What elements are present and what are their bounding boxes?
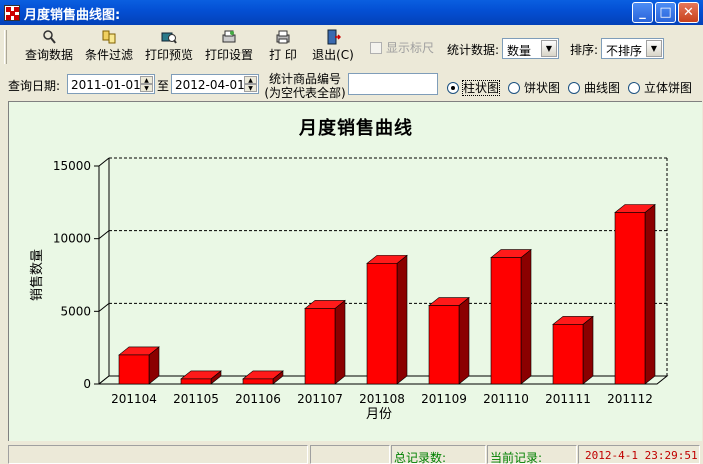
x-tick-label: 201111 — [545, 392, 591, 406]
chevron-down-icon[interactable]: ▼ — [646, 40, 662, 57]
status-datetime: 2012-4-1 23:29:51 — [585, 449, 698, 462]
status-cell-current: 当前记录: — [487, 445, 577, 464]
toolbar-grip — [4, 30, 7, 64]
bar — [366, 263, 398, 385]
spin-up-icon[interactable]: ▲ — [244, 76, 257, 84]
y-tick-label: 10000 — [53, 232, 91, 246]
stat-data-select[interactable]: 数量 ▼ — [502, 38, 559, 59]
spin-up-icon[interactable]: ▲ — [140, 76, 153, 84]
query-data-button[interactable]: 查询数据 — [22, 29, 76, 67]
total-records-label: 总记录数: — [394, 451, 447, 464]
y-tick-label: 5000 — [60, 304, 91, 318]
radio-line-chart[interactable]: 曲线图 — [568, 79, 620, 96]
status-cell-blank — [8, 445, 308, 464]
date-spinner[interactable]: ▲ ▼ — [140, 76, 153, 92]
y-tick-label: 0 — [83, 377, 91, 391]
query-date-label: 查询日期: — [8, 79, 61, 93]
status-cell-total: 总记录数: — [391, 445, 486, 464]
y-tick-label: 15000 — [53, 159, 91, 173]
status-cell-datetime: 2012-4-1 23:29:51 — [578, 445, 700, 464]
start-date-picker[interactable]: 2011-01-01 ▲ ▼ — [67, 74, 155, 94]
x-tick-label: 201107 — [297, 392, 343, 406]
chevron-down-icon[interactable]: ▼ — [541, 40, 557, 57]
exit-button[interactable]: 退出(C) — [310, 29, 356, 67]
bar-side — [334, 299, 346, 385]
exit-door-icon — [325, 29, 342, 45]
product-code-input[interactable] — [348, 73, 438, 95]
stat-data-label: 统计数据: — [447, 43, 500, 57]
filter-button[interactable]: 条件过滤 — [82, 29, 136, 67]
date-spinner[interactable]: ▲ ▼ — [244, 76, 257, 92]
maximize-button[interactable]: □ — [655, 2, 676, 23]
bar-side — [644, 203, 656, 385]
bar — [242, 378, 274, 385]
x-tick-label: 201104 — [111, 392, 157, 406]
sort-label: 排序: — [570, 43, 599, 57]
filter-icon — [101, 29, 117, 45]
status-bar: 总记录数: 当前记录: 2012-4-1 23:29:51 — [0, 443, 703, 464]
print-button[interactable]: 打 印 — [262, 29, 304, 67]
minimize-button[interactable]: _ — [632, 2, 653, 23]
product-code-label: 统计商品编号 (为空代表全部) — [264, 72, 346, 100]
app-icon — [4, 5, 20, 21]
radio-dot — [628, 82, 640, 94]
bar — [552, 324, 584, 385]
bar — [428, 305, 460, 385]
print-setup-icon — [221, 29, 237, 45]
window-title: 月度销售曲线图: — [24, 8, 121, 23]
close-button[interactable]: ✕ — [678, 2, 699, 23]
print-preview-button[interactable]: 打印预览 — [142, 29, 196, 67]
show-ruler-checkbox[interactable]: 显示标尺 — [370, 39, 434, 56]
bar-side — [396, 254, 408, 385]
x-tick-label: 201106 — [235, 392, 281, 406]
y-axis-label: 销售数量 — [29, 249, 45, 301]
bar-side — [582, 315, 594, 385]
radio-bar-chart[interactable]: 柱状图 — [447, 79, 501, 96]
radio-pie-chart[interactable]: 饼状图 — [508, 79, 560, 96]
x-tick-label: 201110 — [483, 392, 529, 406]
print-preview-icon — [161, 29, 177, 45]
radio-dot — [447, 82, 459, 94]
x-tick-label: 201105 — [173, 392, 219, 406]
title-bar: 月度销售曲线图: _ □ ✕ — [0, 0, 703, 25]
x-axis-label: 月份 — [366, 407, 392, 422]
current-record-label: 当前记录: — [490, 451, 543, 464]
chart-panel: 月度销售曲线 0 5000 10000 15000 201104 201105 201106… — [8, 101, 702, 441]
checkbox-box — [370, 42, 382, 54]
radio-dot — [508, 82, 520, 94]
print-setup-button[interactable]: 打印设置 — [202, 29, 256, 67]
x-tick-label: 201109 — [421, 392, 467, 406]
magnifier-icon — [41, 29, 57, 45]
status-cell-blank-2 — [310, 445, 390, 464]
x-tick-label: 201108 — [359, 392, 405, 406]
sort-select[interactable]: 不排序 ▼ — [601, 38, 664, 59]
bar-chart: 0 5000 10000 15000 201104 201105 201106 201107 2… — [29, 157, 669, 422]
end-date-picker[interactable]: 2012-04-01 ▲ ▼ — [171, 74, 259, 94]
y-tick-connector — [98, 157, 110, 167]
radio-dot — [568, 82, 580, 94]
bar — [118, 354, 150, 385]
spin-down-icon[interactable]: ▼ — [140, 84, 153, 92]
bar — [180, 378, 212, 385]
y-tick-connector — [98, 230, 110, 240]
spin-down-icon[interactable]: ▼ — [244, 84, 257, 92]
bar — [304, 308, 336, 385]
bar — [490, 257, 522, 385]
to-label: 至 — [157, 79, 170, 93]
bar — [614, 212, 646, 385]
bar-side — [520, 248, 532, 385]
y-tick-connector — [98, 302, 110, 312]
bar-side — [458, 296, 470, 385]
radio-3d-pie-chart[interactable]: 立体饼图 — [628, 79, 692, 96]
printer-icon — [275, 29, 291, 45]
x-tick-label: 201112 — [607, 392, 653, 406]
